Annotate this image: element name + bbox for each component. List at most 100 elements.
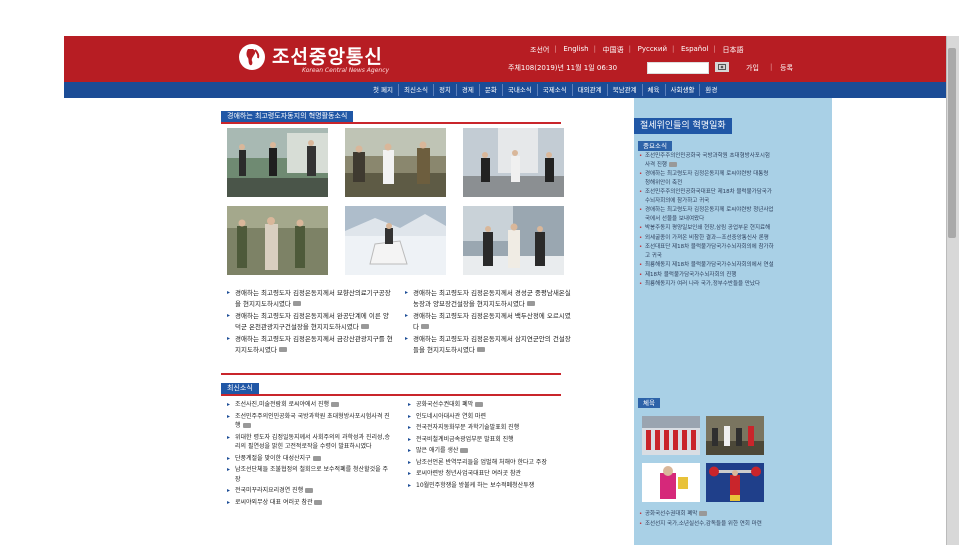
site-logo-text[interactable]: 조선중앙통신: [272, 42, 383, 69]
list-item[interactable]: 조선선지 국가,소년실선수,감독들을 위한 연회 마련: [638, 520, 774, 529]
camera-icon: [360, 324, 369, 329]
list-item[interactable]: 남조선단체들 조불협정의 철회으로 보수적폐를 청산할것을 주장: [227, 465, 393, 484]
nav-item-international[interactable]: 국제소식: [536, 84, 572, 96]
news-photo[interactable]: [345, 206, 446, 275]
list-item[interactable]: 전국미꾸라지요리경연 진행: [227, 486, 393, 496]
latest-news-title[interactable]: 최신소식: [221, 383, 259, 394]
camera-icon: [669, 161, 677, 167]
sports-photo[interactable]: [642, 463, 700, 502]
leader-news-list-right: 경애하는 최고령도자 김정은동지께서 경성군 중평남새온실농장과 양묘장건설장을…: [405, 288, 571, 357]
section-divider: [221, 122, 561, 124]
list-item[interactable]: 최룡해동지가 여러 나라 국가,정부수반들을 만났다: [638, 280, 774, 289]
list-item[interactable]: 10월민주항쟁을 방불케 하는 보수적폐청산투쟁: [408, 481, 574, 491]
list-item[interactable]: 경애하는 최고령도자 김정은동지께서 묘향산의료기구공장을 현지지도하시였다: [227, 288, 393, 309]
nav-item-domestic[interactable]: 국내소식: [501, 84, 537, 96]
camera-icon: [420, 324, 429, 329]
news-photo[interactable]: [463, 206, 564, 275]
list-item[interactable]: 제18차 블럭불가담국가수뇌자회의 진행: [638, 271, 774, 280]
section-divider: [221, 373, 561, 375]
list-item[interactable]: 조선민주주의인민공화국 국방과학원 초대형방사포시험사격 진행: [638, 152, 774, 169]
nav-item-environment[interactable]: 환경: [699, 84, 722, 96]
list-item[interactable]: 경애하는 최고령도자 김정은동지께서 경성군 중평남새온실농장과 양묘장건설장을…: [405, 288, 571, 309]
nav-item-home[interactable]: 첫 페지: [368, 84, 398, 96]
kcna-logo-icon[interactable]: [239, 44, 265, 70]
nav-item-latest[interactable]: 최신소식: [398, 84, 433, 96]
site-header: 조선중앙통신 Korean Central News Agency 조선어 En…: [64, 36, 946, 82]
list-item[interactable]: 경애하는 최고령도자 김정은동지께서 삼지연군안의 건설장들을 현지지도하시였다: [405, 334, 571, 355]
nav-item-economy[interactable]: 경제: [455, 84, 479, 96]
camera-icon: [292, 301, 301, 306]
sports-photo[interactable]: [706, 416, 764, 455]
site-logo-subtitle: Korean Central News Agency: [302, 67, 390, 74]
sports-title[interactable]: 체육: [638, 398, 660, 408]
browser-top-margin: [0, 0, 960, 36]
list-item[interactable]: 박봉주동지 평양일보인쇄 현장,삼림 공업부문 현지료해: [638, 224, 774, 233]
current-date: 주체108(2019)년 11월 1일 06:30: [508, 64, 618, 72]
list-item[interactable]: 로씨야련방 청년사업국대표단 여러곳 참관: [408, 469, 574, 479]
list-item[interactable]: 최룡해동지 제18차 블럭불가담국가수뇌자회의에서 연설: [638, 261, 774, 270]
lang-spanish-link[interactable]: Español: [672, 45, 709, 55]
nav-item-culture[interactable]: 문화: [478, 84, 502, 96]
list-item[interactable]: 경애하는 최고령도자 김정은동지께서 금강산관광지구를 현지지도하시였다: [227, 334, 393, 355]
camera-icon: [526, 301, 535, 306]
list-item[interactable]: 경애하는 최고령도자 김정은동지께서 완공단계에 이른 양덕군 온천관광지구건설…: [227, 311, 393, 332]
main-nav: 첫 페지 최신소식 정치 경제 문화 국내소식 국제소식 대외관계 북남관계 체…: [64, 82, 946, 98]
login-link[interactable]: 가입: [746, 63, 759, 73]
list-item[interactable]: 조선사진,미술전람회 로씨야에서 진행: [227, 400, 393, 410]
register-link[interactable]: 등록: [780, 63, 793, 73]
camera-icon: [475, 402, 484, 407]
sports-photo[interactable]: [642, 416, 700, 455]
news-photo[interactable]: [463, 128, 564, 197]
list-item[interactable]: 많은 애기를 생산: [408, 446, 574, 456]
list-item[interactable]: 공화국선수권대회 폐막: [408, 400, 574, 410]
list-item[interactable]: 인도네시아대사관 연회 마련: [408, 412, 574, 422]
list-item[interactable]: 전국비철계비금속광업부문 발표회 진행: [408, 435, 574, 445]
right-sidebar: 절세위인들의 혁명일화 중요소식 조선민주주의인민공화국 국방과학원 초대형방사…: [634, 98, 832, 545]
nav-item-foreign-relations[interactable]: 대외관계: [571, 84, 607, 96]
scrollbar-thumb[interactable]: [948, 48, 956, 238]
list-item[interactable]: 경애하는 최고령도자 김정은동지께 로씨야련방 청년사업국에서 선물을 보내여왔…: [638, 206, 774, 223]
list-item[interactable]: 단풍계절을 맞이한 대성산지구: [227, 454, 393, 464]
list-item[interactable]: 조선대표단 제18차 블럭불가담국가수뇌자회의에 참가하고 귀국: [638, 243, 774, 260]
list-item[interactable]: 남조선언론 반역무리들을 엄벌해 처해야 한다고 주장: [408, 458, 574, 468]
nav-item-north-south[interactable]: 북남관계: [606, 84, 642, 96]
news-photo[interactable]: [227, 206, 328, 275]
camera-icon: [699, 511, 708, 516]
lang-chinese-link[interactable]: 中国语: [594, 45, 624, 55]
lang-korean-link[interactable]: 조선어: [530, 45, 549, 55]
important-news-title[interactable]: 중요소식: [638, 141, 672, 151]
news-photo[interactable]: [227, 128, 328, 197]
camera-icon: [278, 347, 287, 352]
list-item[interactable]: 로씨야외무상 대표 여러곳 참관: [227, 498, 393, 508]
list-item[interactable]: 조선민주주의인민공화국대표단 제18차 블럭불가담국가수뇌자회의에 참가하고 귀…: [638, 188, 774, 205]
nav-item-society[interactable]: 사회생활: [664, 84, 700, 96]
important-news-list: 조선민주주의인민공화국 국방과학원 초대형방사포시험사격 진행 경애하는 최고령…: [638, 152, 774, 290]
lang-japanese-link[interactable]: 日本語: [713, 45, 743, 55]
nav-item-politics[interactable]: 정치: [432, 84, 456, 96]
lang-russian-link[interactable]: Русский: [628, 45, 667, 55]
nav-item-sports[interactable]: 체육: [641, 84, 665, 96]
list-item[interactable]: 경애하는 최고령도자 김정은동지께 로씨야련방 대통령 청해위안이 축전: [638, 170, 774, 187]
list-item[interactable]: 조선민주주의인민공화국 국방과학원 초대형방사포시험사격 진행: [227, 412, 393, 431]
sports-photo[interactable]: [706, 463, 764, 502]
leader-activities-title[interactable]: 경애하는 최고령도자동지의 혁명활동소식: [221, 111, 354, 122]
list-item[interactable]: 경애하는 최고령도자 김정은동지께서 백두산정에 오르시였다: [405, 311, 571, 332]
sports-news-list: 공화국선수권대회 폐막 조선선지 국가,소년실선수,감독들을 위한 연회 마련: [638, 510, 774, 529]
camera-icon: [312, 455, 321, 461]
camera-icon: [476, 347, 485, 352]
list-item[interactable]: 전국전자지동화부문 과학기술발표회 진행: [408, 423, 574, 433]
news-photo[interactable]: [345, 128, 446, 197]
list-item[interactable]: 공화국선수권대회 폐막: [638, 510, 774, 519]
language-selector: 조선어 English 中国语 Русский Español 日本語: [530, 45, 743, 55]
website-page: 조선중앙통신 Korean Central News Agency 조선어 En…: [64, 36, 946, 545]
camera-icon: [242, 423, 251, 428]
content-area: 경애하는 최고령도자동지의 혁명활동소식 ▸ 경애하는 최고령도자 김정은동지께…: [64, 98, 946, 545]
search-input[interactable]: [647, 62, 709, 74]
lang-english-link[interactable]: English: [554, 45, 588, 55]
list-item[interactable]: 위대한 령도자 김정일동지께서 사회주의의 과학성과 진리성,승리의 필연성을 …: [227, 433, 393, 452]
sidebar-title[interactable]: 절세위인들의 혁명일화: [634, 118, 732, 134]
latest-news-list-left: 조선사진,미술전람회 로씨야에서 진행 조선민주주의인민공화국 국방과학원 초대…: [227, 400, 393, 509]
camera-icon: [314, 499, 323, 505]
list-item[interactable]: 외세굴종이 가져온 비참한 결과—조선중앙통신사 론평: [638, 234, 774, 243]
search-button[interactable]: [715, 62, 729, 72]
